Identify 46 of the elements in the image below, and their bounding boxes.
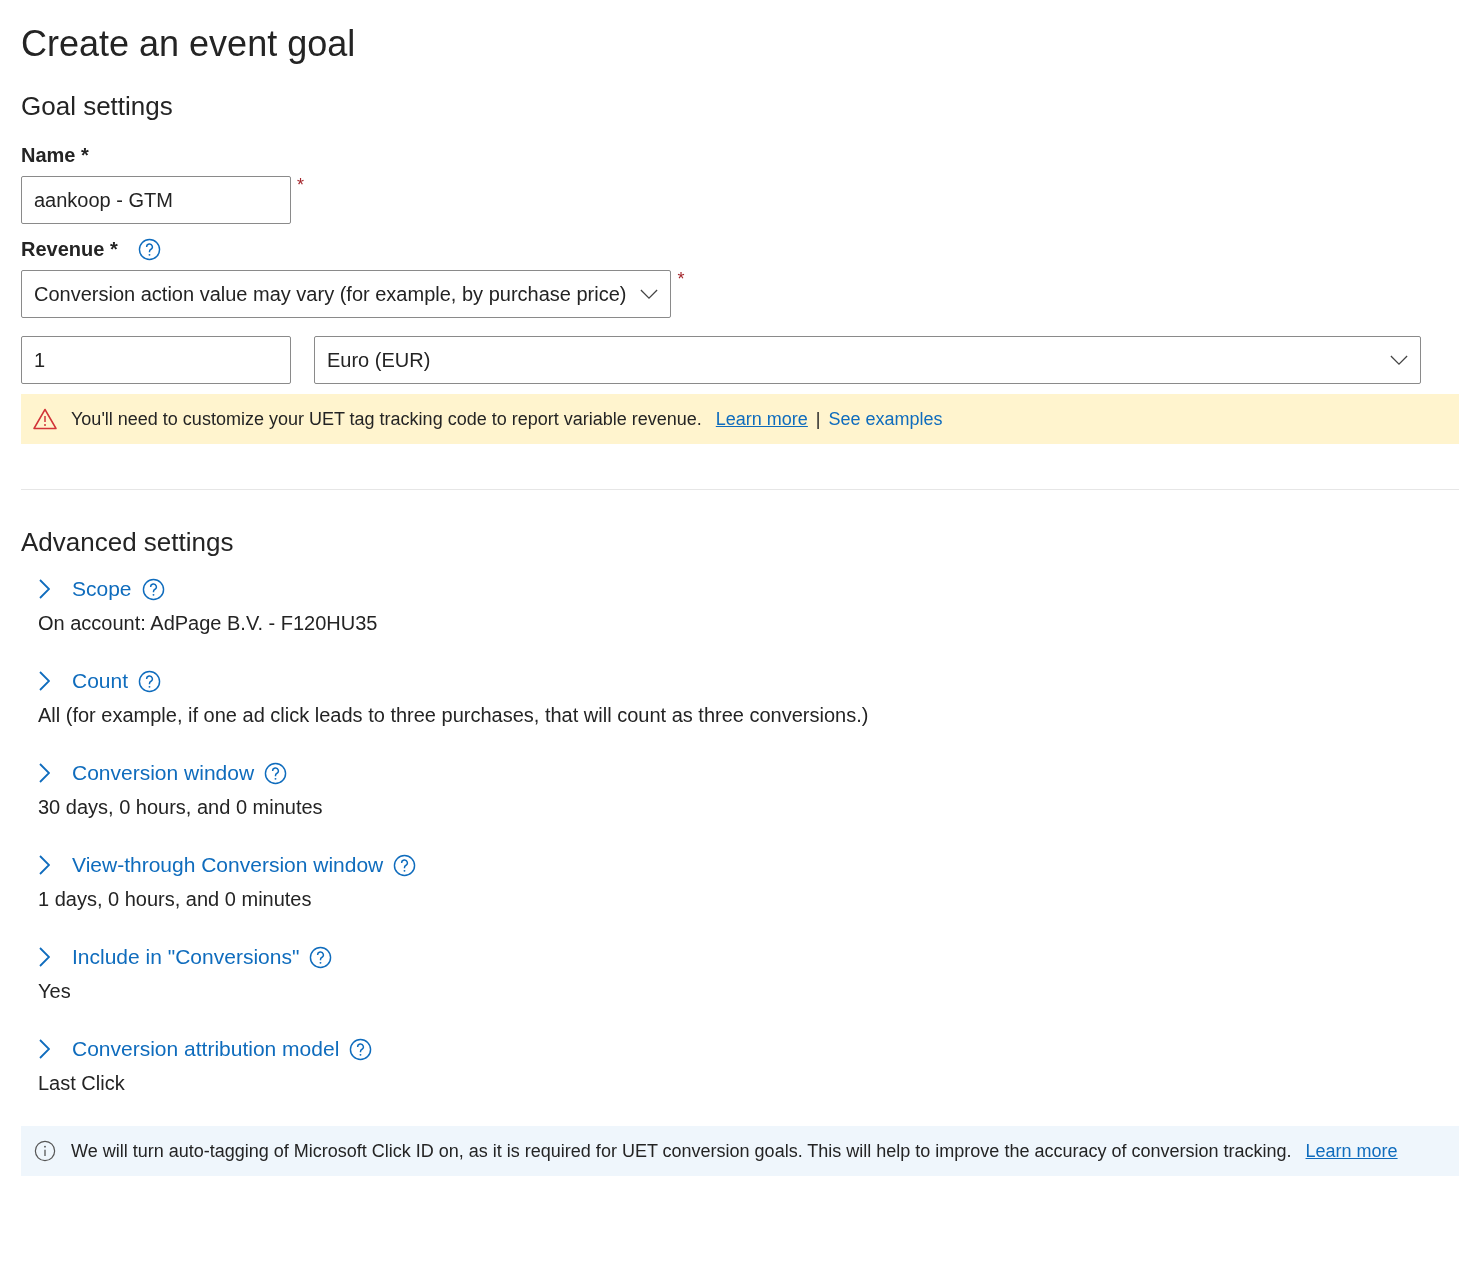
setting-summary: Yes <box>38 979 72 1004</box>
help-icon[interactable] <box>141 577 165 601</box>
setting-toggle[interactable]: Include in "Conversions" <box>72 942 300 972</box>
amount-field[interactable]: 1 <box>21 336 291 384</box>
revenue-dropdown[interactable]: Conversion action value may vary (for example, by purchase price) <box>21 270 672 318</box>
field-label: Name * <box>21 143 89 168</box>
section-heading: Goal settings <box>21 90 174 122</box>
name-field[interactable]: aankoop - GTM <box>21 176 291 224</box>
setting-toggle[interactable]: Count <box>72 666 129 696</box>
page-title: Create an event goal <box>21 22 357 66</box>
chevron-down-icon <box>1390 354 1408 366</box>
setting-summary: On account: AdPage B.V. - F120HU35 <box>38 611 379 636</box>
chevron-right-icon[interactable] <box>38 1039 50 1059</box>
chevron-right-icon[interactable] <box>38 855 50 875</box>
setting-summary: 1 days, 0 hours, and 0 minutes <box>38 887 313 912</box>
help-link[interactable]: Learn more <box>715 408 808 430</box>
field-label: Revenue * <box>21 237 118 262</box>
warning-icon <box>33 408 57 430</box>
help-icon[interactable] <box>137 237 161 261</box>
chevron-down-icon <box>640 288 659 300</box>
warning-text: You'll need to customize your UET tag tracking code to report variable revenue. <box>71 408 702 430</box>
info-text: We will turn auto-tagging of Microsoft Click ID on, as it is required for UET conversion goals. This will help to improve the accuracy of conversion tracking. <box>71 1140 1292 1162</box>
help-icon[interactable] <box>393 853 417 877</box>
help-link[interactable]: See examples <box>828 408 943 430</box>
help-icon[interactable] <box>138 669 162 693</box>
chevron-right-icon[interactable] <box>38 579 50 599</box>
required-mark: * <box>297 176 304 194</box>
currency-dropdown[interactable]: Euro (EUR) <box>314 336 1421 384</box>
setting-toggle[interactable]: Conversion window <box>72 758 255 788</box>
setting-summary: All (for example, if one ad click leads to three purchases, that will count as three conversions.) <box>38 703 870 728</box>
chevron-right-icon[interactable] <box>38 671 50 691</box>
help-link[interactable]: Learn more <box>1305 1140 1398 1162</box>
setting-toggle[interactable]: View-through Conversion window <box>72 850 384 880</box>
help-icon[interactable] <box>309 945 333 969</box>
setting-toggle[interactable]: Scope <box>72 574 132 604</box>
chevron-right-icon[interactable] <box>38 763 50 783</box>
setting-toggle[interactable]: Conversion attribution model <box>72 1034 340 1064</box>
required-mark: * <box>677 270 685 288</box>
link-separator: | <box>815 408 821 430</box>
section-heading: Advanced settings <box>21 526 235 558</box>
chevron-right-icon[interactable] <box>38 947 50 967</box>
help-icon[interactable] <box>264 761 288 785</box>
help-icon[interactable] <box>349 1037 373 1061</box>
info-icon <box>33 1140 57 1162</box>
setting-summary: 30 days, 0 hours, and 0 minutes <box>38 795 324 820</box>
setting-summary: Last Click <box>38 1071 126 1096</box>
